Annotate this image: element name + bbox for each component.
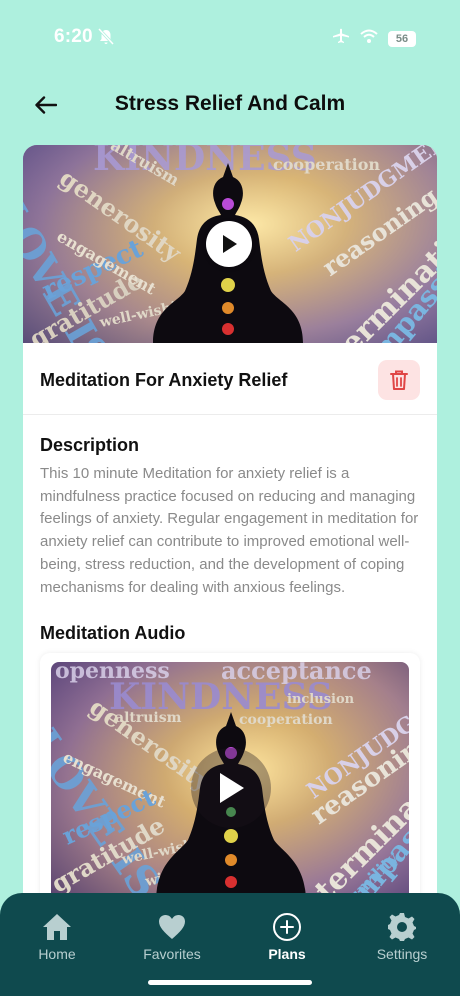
- hero-image: KINDNESS LOVE IS generosity respect grat…: [23, 145, 437, 343]
- tab-label: Plans: [268, 946, 306, 962]
- hero-play-button[interactable]: [206, 221, 252, 267]
- gear-icon: [388, 913, 416, 941]
- artwork-word: inclusion: [287, 692, 355, 707]
- heart-icon: [159, 915, 185, 939]
- description-text: This 10 minute Meditation for anxiety re…: [40, 465, 419, 596]
- battery-indicator: 56: [388, 30, 416, 47]
- bell-off-icon: [97, 27, 115, 51]
- tab-label: Favorites: [143, 946, 201, 962]
- title-row: Meditation For Anxiety Relief: [23, 343, 437, 415]
- tab-label: Settings: [376, 946, 428, 962]
- audio-play-button[interactable]: [191, 748, 271, 828]
- audio-thumbnail: openness acceptance KINDNESS inclusion a…: [51, 662, 409, 902]
- delete-button[interactable]: [378, 360, 420, 400]
- status-bar: 6:20 56: [0, 0, 460, 76]
- tab-favorites[interactable]: Favorites: [122, 911, 222, 962]
- plus-circle-icon: [273, 913, 301, 941]
- tab-plans[interactable]: Plans: [237, 911, 337, 962]
- airplane-icon: [332, 28, 350, 49]
- status-time: 6:20: [54, 26, 93, 47]
- page-title: Stress Relief And Calm: [114, 92, 346, 115]
- home-indicator: [148, 980, 312, 985]
- play-icon: [220, 773, 244, 803]
- tab-home[interactable]: Home: [7, 911, 107, 962]
- tab-label: Home: [38, 946, 76, 962]
- audio-heading: Meditation Audio: [40, 623, 186, 643]
- home-icon: [43, 914, 71, 940]
- play-icon: [223, 235, 237, 253]
- header: Stress Relief And Calm: [0, 80, 460, 130]
- audio-player-card: openness acceptance KINDNESS inclusion a…: [40, 653, 420, 913]
- trash-icon: [390, 370, 408, 390]
- meditation-card: KINDNESS LOVE IS generosity respect grat…: [23, 145, 437, 996]
- tab-settings[interactable]: Settings: [352, 911, 452, 962]
- description-heading: Description: [40, 435, 140, 455]
- wifi-icon: [360, 29, 378, 48]
- meditation-title: Meditation For Anxiety Relief: [40, 370, 288, 390]
